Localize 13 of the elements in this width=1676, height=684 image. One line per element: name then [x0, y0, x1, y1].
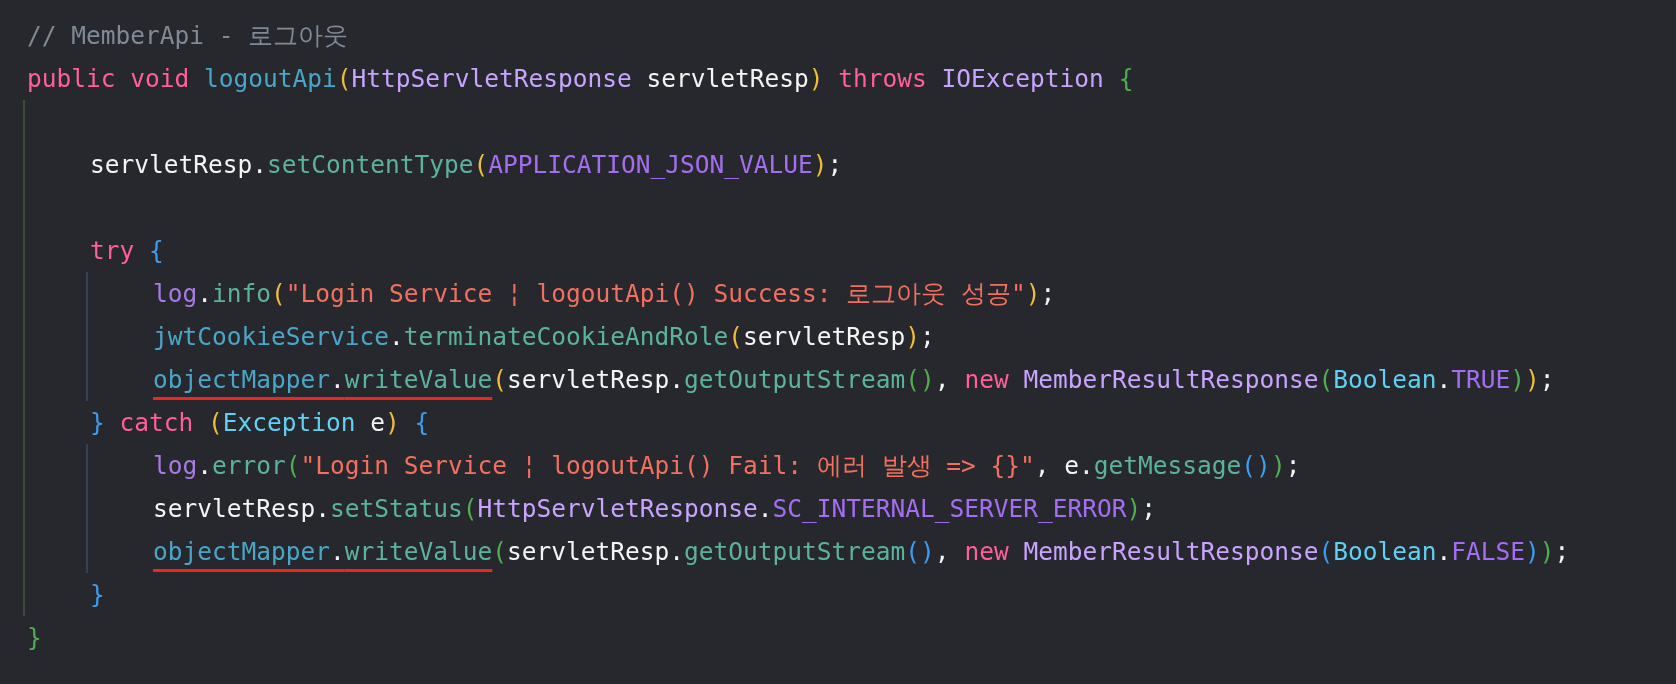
code-line: jwtCookieService.terminateCookieAndRole(servletResp); — [153, 321, 935, 353]
code-line: public void logoutApi(HttpServletResponse servletResp) throws IOException { — [27, 63, 1134, 95]
code-line: servletResp.setContentType(APPLICATION_JSON_VALUE); — [90, 149, 843, 181]
code-line: log.info("Login Service ¦ logoutApi() Success: 로그아웃 성공"); — [153, 278, 1056, 310]
code-line: // MemberApi - 로그아웃 — [27, 20, 349, 52]
code-line: objectMapper.writeValue(servletResp.getOutputStream(), new MemberResultResponse(Boolean.FALSE)); — [153, 536, 1570, 568]
code-line: try { — [90, 235, 164, 267]
code-line: } — [90, 579, 105, 611]
code-line: } catch (Exception e) { — [90, 407, 430, 439]
code-line: log.error("Login Service ¦ logoutApi() Fail: 에러 발생 => {}", e.getMessage()); — [153, 450, 1301, 482]
code-line: } — [27, 622, 42, 654]
code-line: servletResp.setStatus(HttpServletResponse.SC_INTERNAL_SERVER_ERROR); — [153, 493, 1157, 525]
code-line: objectMapper.writeValue(servletResp.getOutputStream(), new MemberResultResponse(Boolean.TRUE)); — [153, 364, 1555, 396]
